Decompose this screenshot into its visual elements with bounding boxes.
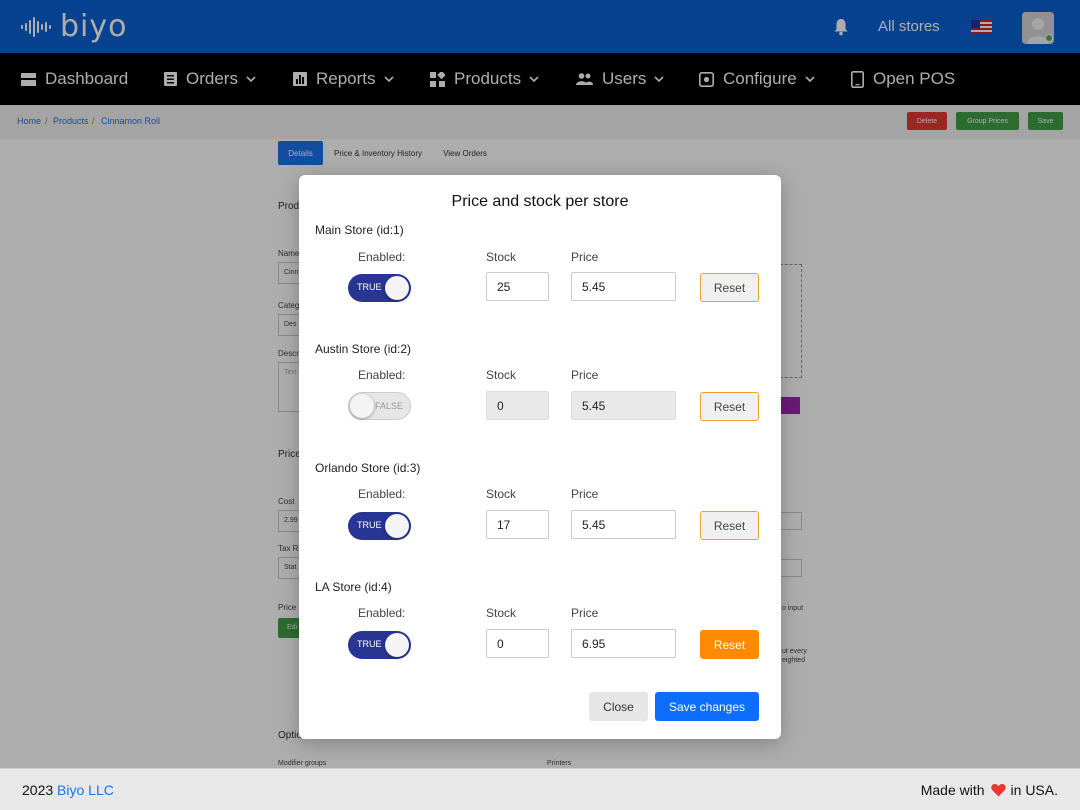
toggle-state-label: TRUE (357, 520, 382, 530)
store-main-price-input[interactable]: 5.45 (571, 272, 676, 301)
store-main-enabled-toggle[interactable]: TRUE (348, 274, 411, 302)
enabled-label: Enabled: (358, 606, 406, 620)
store-la-enabled-toggle[interactable]: TRUE (348, 631, 411, 659)
price-stock-modal: Price and stock per store Main Store (id… (299, 175, 781, 739)
toggle-knob (350, 394, 374, 418)
store-austin-reset-button[interactable]: Reset (700, 392, 759, 421)
price-label: Price (571, 606, 599, 620)
store-name-orlando: Orlando Store (id:3) (315, 461, 421, 475)
toggle-state-label: FALSE (375, 401, 404, 411)
store-la-reset-button[interactable]: Reset (700, 630, 759, 659)
store-orlando-reset-button[interactable]: Reset (700, 511, 759, 540)
store-austin-enabled-toggle[interactable]: FALSE (348, 392, 411, 420)
footer-year: 2023 (22, 782, 54, 798)
enabled-label: Enabled: (358, 368, 406, 382)
stock-label: Stock (486, 606, 517, 620)
price-label: Price (571, 250, 599, 264)
store-orlando-enabled-toggle[interactable]: TRUE (348, 512, 411, 540)
toggle-knob (385, 276, 409, 300)
store-main-reset-button[interactable]: Reset (700, 273, 759, 302)
footer-made-with-text: Made with (920, 782, 985, 798)
store-orlando-price-input[interactable]: 5.45 (571, 510, 676, 539)
footer-copyright: 2023 Biyo LLC (22, 782, 114, 798)
store-austin-stock-input: 0 (486, 391, 549, 420)
store-name-main: Main Store (id:1) (315, 223, 404, 237)
enabled-label: Enabled: (358, 487, 406, 501)
footer-company-link[interactable]: Biyo LLC (57, 782, 114, 798)
store-name-la: LA Store (id:4) (315, 580, 392, 594)
footer-in-usa: in USA. (1010, 782, 1058, 798)
price-label: Price (571, 368, 599, 382)
store-orlando-stock-input[interactable]: 17 (486, 510, 549, 539)
stock-label: Stock (486, 487, 517, 501)
footer-made-with: Made with in USA. (921, 782, 1058, 798)
toggle-knob (385, 514, 409, 538)
stock-label: Stock (486, 250, 517, 264)
store-main-stock-input[interactable]: 25 (486, 272, 549, 301)
save-changes-button[interactable]: Save changes (655, 692, 759, 721)
toggle-state-label: TRUE (357, 639, 382, 649)
price-label: Price (571, 487, 599, 501)
store-la-stock-input[interactable]: 0 (486, 629, 549, 658)
heart-icon (990, 783, 1006, 797)
store-name-austin: Austin Store (id:2) (315, 342, 412, 356)
stock-label: Stock (486, 368, 517, 382)
toggle-state-label: TRUE (357, 282, 382, 292)
enabled-label: Enabled: (358, 250, 406, 264)
toggle-knob (385, 633, 409, 657)
store-la-price-input[interactable]: 6.95 (571, 629, 676, 658)
footer: 2023 Biyo LLC Made with in USA. (0, 768, 1080, 810)
close-button[interactable]: Close (589, 692, 648, 721)
modal-title: Price and stock per store (451, 193, 629, 210)
store-austin-price-input: 5.45 (571, 391, 676, 420)
